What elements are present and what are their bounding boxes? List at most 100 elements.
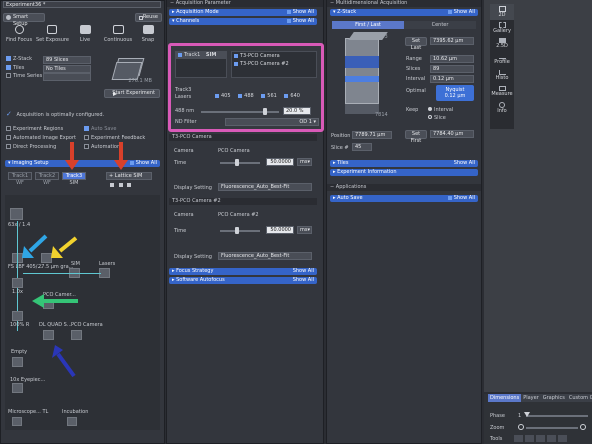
zoom-slider[interactable] [526, 427, 578, 429]
pco-camera-icon[interactable] [71, 330, 82, 340]
imaging-setup-header[interactable]: ▾ Imaging Setup Show All [5, 160, 160, 167]
time-unit-dropdown-2[interactable]: ms▾ [297, 226, 312, 234]
time-knob[interactable] [235, 159, 239, 166]
view-histo[interactable]: Histo [490, 68, 514, 84]
track-icon-a[interactable] [110, 183, 114, 187]
microscope-icon[interactable] [12, 417, 22, 426]
tiles-bar[interactable]: ▸ Tiles Show All [330, 160, 478, 167]
track-icon-b[interactable] [118, 183, 123, 187]
tube-lens-icon[interactable] [12, 278, 23, 288]
empty-slot-icon[interactable] [12, 357, 23, 367]
show-all-toggle[interactable]: Show All [286, 18, 314, 25]
snap-button[interactable]: Snap [133, 24, 163, 46]
view-25d[interactable]: 2.5D [490, 36, 514, 52]
option-auto-save[interactable]: Auto Save [84, 126, 116, 132]
option-image-export[interactable]: Automated Image Export [6, 135, 76, 141]
zoom-plus-icon[interactable] [580, 424, 586, 430]
time-unit-dropdown[interactable]: ms▾ [297, 158, 312, 166]
acquisition-mode-bar[interactable]: ▸ Acquisition Mode Show All [169, 9, 317, 16]
timeseries-checkbox[interactable] [6, 73, 11, 78]
phase-slider[interactable] [526, 415, 588, 417]
time-knob-2[interactable] [235, 227, 239, 234]
camera-line-2[interactable]: T3-PCO Camera #2 [232, 60, 316, 68]
interval-value[interactable]: 0.12 µm [430, 75, 474, 83]
experiment-info-bar[interactable]: ▸ Experiment Information [330, 169, 478, 176]
auto-save-bar[interactable]: ▸ Auto Save Show All [330, 195, 478, 202]
laser-405[interactable]: 405 [215, 93, 231, 99]
laser-power-value[interactable]: 20.0 % [283, 107, 311, 115]
camera-line-1[interactable]: T3-PCO Camera [232, 52, 316, 60]
incubation-icon[interactable] [67, 417, 77, 426]
smart-setup-button[interactable]: Smart Setup [3, 13, 45, 27]
show-all-toggle[interactable]: Show All [286, 9, 314, 16]
tab-custom-graphics[interactable]: Custom Gra [566, 394, 592, 402]
set-first-value[interactable]: 7784.40 µm [430, 130, 474, 138]
view-profile[interactable]: Profile [490, 52, 514, 68]
fit-tool-icon[interactable] [547, 435, 556, 442]
laser-power-slider[interactable] [201, 111, 279, 113]
tiles-checkbox[interactable] [6, 65, 11, 70]
option-automation[interactable]: Automation [84, 144, 120, 150]
laser-488[interactable]: 488 [238, 93, 254, 99]
crop-tool-icon[interactable] [525, 435, 534, 442]
pointer-tool-icon[interactable] [514, 435, 523, 442]
view-2d[interactable]: 2D [490, 4, 514, 20]
slices-value[interactable]: 89 [430, 65, 474, 73]
keep-slice-radio[interactable]: Slice [428, 115, 446, 121]
display-setting-dropdown[interactable]: Fluorescence_Auto_Best-Fit [218, 183, 312, 191]
phase-knob-icon[interactable] [524, 412, 530, 417]
display-setting-dropdown-2[interactable]: Fluorescence_Auto_Best-Fit [218, 252, 312, 260]
keep-interval-radio[interactable]: Interval [428, 107, 453, 113]
zoom-tool-icon[interactable] [558, 435, 567, 442]
track-list-item-1[interactable]: Track1 SIM [176, 52, 226, 59]
track-tab-1[interactable]: Track1 WF [8, 172, 32, 188]
tab-dimensions[interactable]: Dimensions [488, 394, 522, 402]
nd-filter-dropdown[interactable]: OD 1 ▾ [225, 118, 319, 126]
find-focus-button[interactable]: Find Focus [3, 24, 35, 46]
option-direct-processing[interactable]: Direct Processing [6, 144, 56, 150]
view-measure[interactable]: Measure [490, 84, 514, 100]
tab-graphics[interactable]: Graphics [540, 394, 567, 402]
2d-tool-icon[interactable] [536, 435, 545, 442]
set-last-button[interactable]: Set Last [405, 37, 427, 51]
view-gallery[interactable]: Gallery [490, 20, 514, 36]
software-autofocus-bar[interactable]: ▸ Software Autofocus Show All [169, 277, 317, 284]
filter2-icon[interactable] [41, 253, 52, 263]
live-button[interactable]: Live [69, 24, 101, 46]
option-experiment-feedback[interactable]: Experiment Feedback [84, 135, 145, 141]
zoom-minus-icon[interactable] [518, 424, 524, 430]
laser-640[interactable]: 640 [284, 93, 300, 99]
laser-561[interactable]: 561 [261, 93, 277, 99]
time-value-2[interactable]: 50.0000 [266, 226, 294, 234]
time-slider-2[interactable] [220, 230, 260, 232]
zstack-checkbox[interactable] [6, 56, 11, 61]
show-all-toggle[interactable]: Show All [129, 160, 157, 167]
lattice-sim-dropdown[interactable]: + Lattice SIM [106, 172, 152, 180]
start-experiment-button[interactable]: Start Experiment [104, 89, 160, 98]
mirror-icon[interactable] [12, 311, 23, 321]
eyepiece-icon[interactable] [12, 383, 23, 393]
channels-bar[interactable]: ▾ Channels Show All [169, 18, 317, 25]
time-value[interactable]: 50.0000 [266, 158, 294, 166]
laser-power-knob[interactable] [263, 108, 267, 115]
reuse-button[interactable]: Reuse [135, 13, 162, 22]
show-all-toggle[interactable]: Show All [293, 277, 314, 284]
zstack-bar[interactable]: ▾ Z-Stack Show All [330, 9, 478, 16]
time-slider[interactable] [220, 162, 260, 164]
tab-player[interactable]: Player [521, 394, 541, 402]
show-all-toggle[interactable]: Show All [293, 268, 314, 275]
dl-quad-icon[interactable] [43, 330, 54, 340]
view-info[interactable]: Info [490, 100, 514, 116]
track-tab-3[interactable]: Track3 SIM [62, 172, 86, 188]
continuous-button[interactable]: Continuous [102, 24, 134, 46]
set-first-button[interactable]: Set First [405, 130, 427, 144]
tab-center[interactable]: Center [404, 21, 476, 29]
track-icon-c[interactable] [127, 183, 132, 187]
option-experiment-regions[interactable]: Experiment Regions [6, 126, 63, 132]
objective-icon[interactable] [10, 208, 23, 220]
camera1-icon[interactable] [43, 300, 54, 309]
set-last-value[interactable]: 7395.62 µm [430, 37, 474, 45]
show-all-toggle[interactable]: Show All [454, 160, 475, 167]
focus-strategy-bar[interactable]: ▸ Focus Strategy Show All [169, 268, 317, 275]
show-all-toggle[interactable]: Show All [447, 195, 475, 202]
